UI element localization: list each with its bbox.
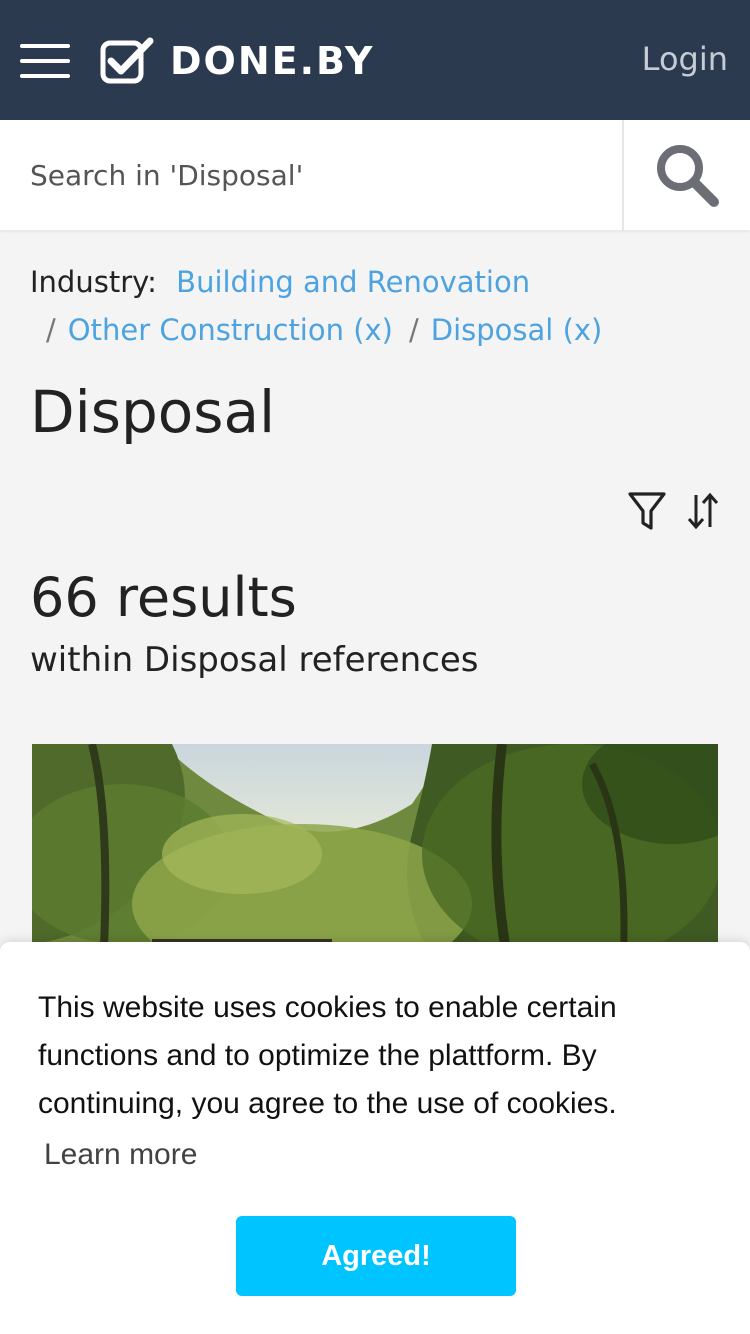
breadcrumb-separator: / xyxy=(409,313,419,347)
logo-text: DONE.BY xyxy=(170,39,375,83)
results-subtitle: within Disposal references xyxy=(30,640,479,680)
agree-button[interactable]: Agreed! xyxy=(236,1216,516,1296)
cookie-message: This website uses cookies to enable cert… xyxy=(38,991,617,1120)
search-bar xyxy=(0,120,750,230)
learn-more-link[interactable]: Learn more xyxy=(44,1138,197,1172)
search-button[interactable] xyxy=(622,120,750,230)
top-navigation-bar: DONE.BY Login xyxy=(0,0,750,120)
breadcrumb-link-disposal[interactable]: Disposal (x) xyxy=(431,313,603,347)
filter-icon xyxy=(628,492,666,530)
checkbox-logo-icon xyxy=(100,37,154,84)
search-input[interactable] xyxy=(30,150,610,200)
list-tools xyxy=(626,490,724,532)
cookie-banner: This website uses cookies to enable cert… xyxy=(0,942,750,1334)
search-icon xyxy=(657,145,719,207)
sort-icon xyxy=(687,492,719,530)
filter-button[interactable] xyxy=(626,490,668,532)
breadcrumb-separator: / xyxy=(46,313,56,347)
sort-button[interactable] xyxy=(682,490,724,532)
breadcrumb-row: / Other Construction (x) / Disposal (x) xyxy=(30,306,720,354)
login-link[interactable]: Login xyxy=(642,40,728,78)
breadcrumb-link-building-renovation[interactable]: Building and Renovation xyxy=(176,265,530,299)
page-title: Disposal xyxy=(30,378,276,446)
site-logo[interactable]: DONE.BY xyxy=(100,36,374,86)
menu-icon[interactable] xyxy=(20,44,70,78)
breadcrumb: Industry: Building and Renovation / Other… xyxy=(30,258,720,354)
results-count: 66 results xyxy=(30,566,297,629)
breadcrumb-label: Industry: xyxy=(30,265,157,299)
breadcrumb-link-other-construction[interactable]: Other Construction (x) xyxy=(68,313,393,347)
